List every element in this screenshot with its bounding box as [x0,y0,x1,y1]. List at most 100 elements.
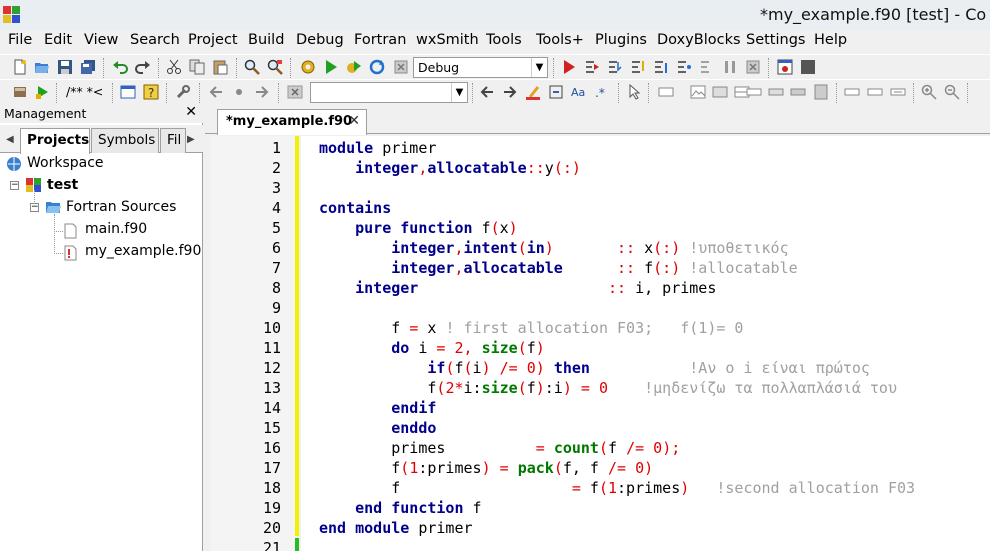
tab-projects[interactable]: Projects [20,128,90,154]
flex-sizer-icon[interactable] [790,84,806,100]
jump-back-icon[interactable] [208,84,224,100]
menu-help[interactable]: Help [814,30,847,48]
jump-forward-icon[interactable] [254,84,270,100]
regex-icon[interactable]: .* [594,84,610,100]
step-instruction-icon[interactable] [699,59,715,75]
menu-search[interactable]: Search [130,30,180,48]
menu-wxsmith[interactable]: wxSmith [416,30,479,48]
close-icon[interactable]: ✕ [185,104,197,120]
save-all-icon[interactable] [80,59,96,75]
pointer-icon[interactable] [627,84,643,100]
menu-doxyblocks[interactable]: DoxyBlocks [657,30,741,48]
code-token: end function [355,499,464,517]
menu-plugins[interactable]: Plugins [595,30,647,48]
selected-text-only-icon[interactable] [548,84,564,100]
find-icon[interactable] [244,59,260,75]
menu-toolsplus[interactable]: Tools+ [536,30,584,48]
title-bar: *my_example.f90 [test] - Co [0,0,990,30]
various-info-icon[interactable] [800,59,816,75]
tab-files[interactable]: Fil [160,128,186,153]
doxywizard-icon[interactable] [12,84,28,100]
menu-fortran[interactable]: Fortran [354,30,406,48]
replace-icon[interactable] [267,59,283,75]
cut-icon[interactable] [166,59,182,75]
toggle-bookmark-icon[interactable] [231,84,247,100]
tab-symbols[interactable]: Symbols [91,128,159,153]
run-icon[interactable] [323,59,339,75]
menu-edit[interactable]: Edit [44,30,72,48]
tree-project-test[interactable]: test [47,177,78,193]
static-box-icon[interactable] [712,84,728,100]
save-icon[interactable] [57,59,73,75]
build-gear-icon[interactable] [300,59,316,75]
zoom-in-icon[interactable] [921,84,937,100]
debug-start-icon[interactable] [561,59,577,75]
step-out-icon[interactable] [653,59,669,75]
pause-icon[interactable] [722,59,738,75]
box-sizer-icon[interactable] [746,84,762,100]
collapse-project-icon[interactable]: − [10,181,19,190]
match-case-icon[interactable]: Aa [571,84,587,100]
code-token: intent [463,239,518,257]
dialog-icon[interactable] [890,84,906,100]
copy-icon[interactable] [189,59,205,75]
html-docs-icon[interactable] [120,84,136,100]
menu-file[interactable]: File [8,30,32,48]
tree-file-main[interactable]: main.f90 [85,221,147,237]
build-target-select[interactable]: Debug ▼ [413,57,548,78]
spacer-icon[interactable] [844,84,860,100]
new-file-icon[interactable] [12,59,28,75]
search-next-icon[interactable] [502,84,518,100]
tab-my-example-f90[interactable]: *my_example.f90 ✕ [217,109,367,135]
chm-help-icon[interactable]: ? [143,84,159,100]
tree-workspace[interactable]: Workspace [27,155,104,171]
tab-scroll-right-icon[interactable]: ▶ [187,134,195,145]
next-instruction-icon[interactable] [676,59,692,75]
code-line: end function f [301,498,990,518]
incremental-search-input[interactable]: ▼ [310,82,468,103]
stop-debug-icon[interactable] [745,59,761,75]
close-icon[interactable]: ✕ [348,113,360,129]
extract-docs-icon[interactable] [35,84,51,100]
search-previous-icon[interactable] [479,84,495,100]
doxy-comment-button[interactable]: /** *< [66,84,103,99]
grid-sizer-icon[interactable] [768,84,784,100]
menu-debug[interactable]: Debug [296,30,344,48]
debug-windows-icon[interactable] [777,59,793,75]
file-icon [64,223,77,239]
code-editor[interactable]: module primer integer,allocatable::y(:) c… [301,136,990,551]
menu-settings[interactable]: Settings [746,30,805,48]
bitmap-widget-icon[interactable] [690,84,706,100]
zoom-out-icon[interactable] [944,84,960,100]
management-title: Management [4,106,87,121]
tree-folder-fortran-sources[interactable]: Fortran Sources [66,199,176,215]
collapse-folder-icon[interactable]: − [30,203,39,212]
next-line-icon[interactable] [607,59,623,75]
undo-icon[interactable] [112,59,128,75]
highlight-icon[interactable] [525,84,541,100]
panel-widget-icon[interactable] [658,84,674,100]
tab-scroll-left-icon[interactable]: ◀ [6,134,14,145]
paste-icon[interactable] [212,59,228,75]
wrap-sizer-icon[interactable] [813,84,829,100]
frame-icon[interactable] [867,84,883,100]
wrench-icon[interactable] [175,84,191,100]
step-into-icon[interactable] [630,59,646,75]
menu-build[interactable]: Build [248,30,284,48]
rebuild-icon[interactable] [369,59,385,75]
menu-tools[interactable]: Tools [486,30,522,48]
code-line: f = f(1:primes) !second allocation F03 [301,478,990,498]
menu-project[interactable]: Project [188,30,238,48]
abort-icon[interactable] [393,59,409,75]
build-and-run-icon[interactable] [346,59,362,75]
menu-view[interactable]: View [84,30,118,48]
redo-icon[interactable] [135,59,151,75]
run-to-cursor-icon[interactable] [584,59,600,75]
open-folder-icon[interactable] [34,59,50,75]
clear-search-icon[interactable] [287,84,303,100]
tree-file-my-example[interactable]: my_example.f90 [85,243,201,259]
